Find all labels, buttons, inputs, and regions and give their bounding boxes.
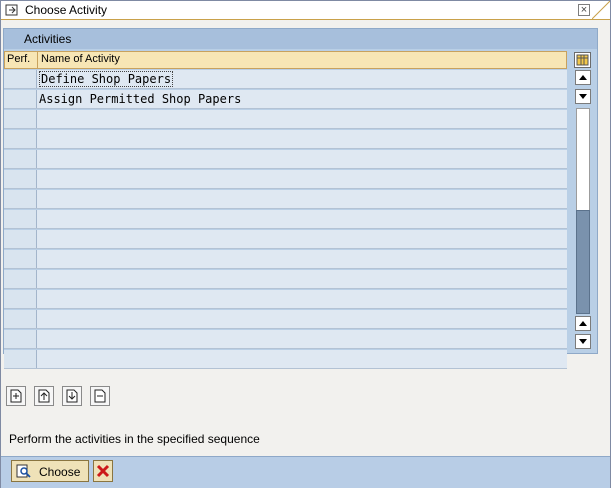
table-row[interactable]: Assign Permitted Shop Papers <box>4 90 567 109</box>
scroll-down-button[interactable] <box>575 334 591 349</box>
table-row[interactable] <box>4 250 567 269</box>
scroll-up-button-bottom[interactable] <box>575 316 591 331</box>
table-settings-icon <box>576 54 589 66</box>
perf-cell[interactable] <box>4 330 37 348</box>
activity-name-cell <box>38 130 567 148</box>
dialog-title: Choose Activity <box>25 3 108 17</box>
table-row[interactable] <box>4 290 567 309</box>
choose-icon <box>16 464 31 478</box>
activity-name-cell <box>38 150 567 168</box>
arrow-down-icon <box>579 94 587 99</box>
activity-name-cell <box>38 270 567 288</box>
perf-cell[interactable] <box>4 350 37 368</box>
move-up-button[interactable] <box>34 386 54 406</box>
move-down-button[interactable] <box>62 386 82 406</box>
arrow-down-icon <box>579 339 587 344</box>
activity-link[interactable]: Define Shop Papers <box>39 71 174 87</box>
perf-cell[interactable] <box>4 190 37 208</box>
choose-activity-dialog: Choose Activity × Activities Perf. Name … <box>0 0 611 488</box>
instruction-text: Perform the activities in the specified … <box>9 432 260 446</box>
dialog-icon <box>5 4 18 16</box>
activities-table: Perf. Name of Activity Define Shop Paper… <box>4 51 567 369</box>
move-up-icon <box>38 389 50 403</box>
panel-title: Activities <box>24 32 72 46</box>
perf-cell[interactable] <box>4 110 37 128</box>
cancel-button[interactable] <box>93 460 113 482</box>
panel-title-bar: Activities <box>4 29 597 49</box>
perf-cell[interactable] <box>4 230 37 248</box>
activity-name-cell[interactable]: Define Shop Papers <box>38 70 567 88</box>
choose-button[interactable]: Choose <box>11 460 89 482</box>
perf-cell[interactable] <box>4 130 37 148</box>
scroll-thumb[interactable] <box>576 210 590 314</box>
dialog-footer: Choose <box>1 456 610 488</box>
table-row[interactable] <box>4 190 567 209</box>
scroll-down-button-top[interactable] <box>575 89 591 104</box>
table-row[interactable] <box>4 350 567 369</box>
table-row[interactable] <box>4 150 567 169</box>
table-header: Perf. Name of Activity <box>4 51 567 69</box>
perf-cell[interactable] <box>4 90 37 108</box>
arrow-up-icon <box>579 75 587 80</box>
table-row[interactable] <box>4 130 567 149</box>
collapse-icon <box>94 389 106 403</box>
perf-cell[interactable] <box>4 210 37 228</box>
activity-name-cell <box>38 210 567 228</box>
move-down-icon <box>66 389 78 403</box>
choose-button-label: Choose <box>39 465 81 479</box>
table-settings-button[interactable] <box>574 52 591 68</box>
arrow-up-icon <box>579 321 587 326</box>
column-header-perf[interactable]: Perf. <box>5 52 38 68</box>
expand-icon <box>10 389 22 403</box>
title-bar: Choose Activity × <box>1 1 610 20</box>
table-row[interactable] <box>4 330 567 349</box>
table-row[interactable] <box>4 310 567 329</box>
activity-name-cell <box>38 110 567 128</box>
table-row[interactable] <box>4 210 567 229</box>
table-row[interactable] <box>4 110 567 129</box>
table-row[interactable] <box>4 270 567 289</box>
vertical-scrollbar[interactable] <box>575 70 591 350</box>
table-row[interactable]: Define Shop Papers <box>4 70 567 89</box>
expand-button[interactable] <box>6 386 26 406</box>
perf-cell[interactable] <box>4 70 37 88</box>
activity-name-cell <box>38 230 567 248</box>
perf-cell[interactable] <box>4 310 37 328</box>
activity-name-cell <box>38 170 567 188</box>
activity-name-cell <box>38 350 567 368</box>
activity-name-cell <box>38 290 567 308</box>
scroll-up-button[interactable] <box>575 70 591 85</box>
activity-name-cell <box>38 190 567 208</box>
activity-name-cell <box>38 250 567 268</box>
table-row[interactable] <box>4 230 567 249</box>
activity-name-cell[interactable]: Assign Permitted Shop Papers <box>38 90 567 108</box>
table-row[interactable] <box>4 170 567 189</box>
perf-cell[interactable] <box>4 270 37 288</box>
perf-cell[interactable] <box>4 150 37 168</box>
cancel-icon <box>96 464 110 478</box>
title-corner-decoration <box>592 1 610 19</box>
activity-name-cell <box>38 310 567 328</box>
perf-cell[interactable] <box>4 250 37 268</box>
close-button[interactable]: × <box>578 4 590 16</box>
collapse-button[interactable] <box>90 386 110 406</box>
perf-cell[interactable] <box>4 170 37 188</box>
column-header-name[interactable]: Name of Activity <box>39 52 120 69</box>
perf-cell[interactable] <box>4 290 37 308</box>
activity-name-cell <box>38 330 567 348</box>
